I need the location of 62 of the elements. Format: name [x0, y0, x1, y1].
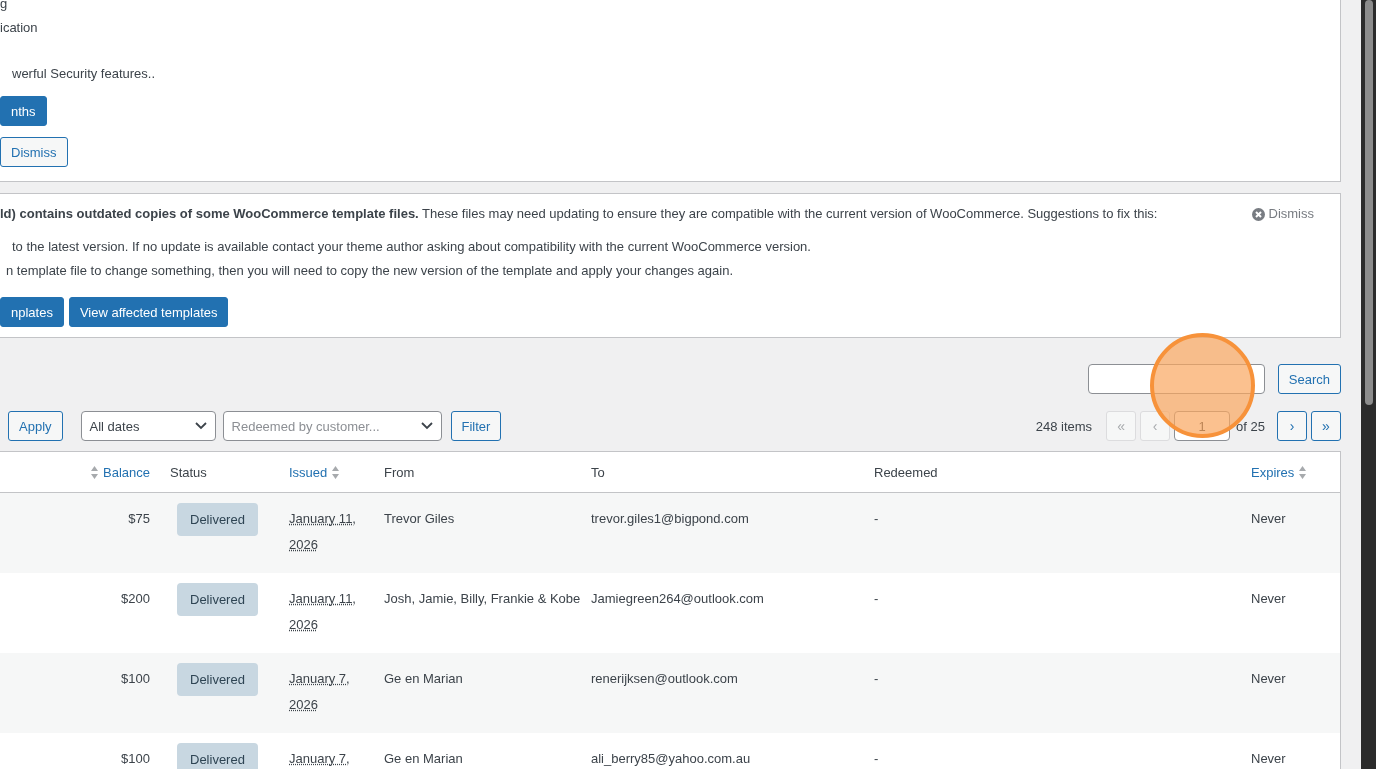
- notice-button[interactable]: nplates: [0, 297, 64, 327]
- table-cell: $100: [121, 751, 150, 766]
- column-header[interactable]: Expires: [1251, 464, 1295, 480]
- sort-icon: [90, 464, 99, 480]
- item-count: 248 items: [1035, 418, 1093, 434]
- column-header: From: [384, 464, 415, 480]
- notice-text: g: [0, 0, 9, 13]
- table-cell: -: [874, 591, 879, 606]
- status-badge: Delivered: [177, 503, 258, 536]
- dismiss-link[interactable]: Dismiss: [1251, 204, 1314, 224]
- date-select[interactable]: All dates: [80, 411, 216, 441]
- table-cell: $200: [121, 591, 150, 606]
- notice-button[interactable]: View affected templates: [68, 297, 229, 327]
- table-cell: -: [874, 671, 879, 686]
- column-header: Status: [170, 464, 207, 480]
- notice-text: ication: [0, 19, 39, 37]
- table-cell: -: [874, 511, 879, 526]
- table-cell: Trevor Giles: [384, 511, 455, 526]
- table-cell: Never: [1251, 591, 1286, 606]
- table-cell: Jamiegreen264@outlook.com: [591, 591, 764, 606]
- table-cell: renerijksen@outlook.com: [591, 671, 738, 686]
- table-cell: trevor.giles1@bigpond.com: [591, 511, 749, 526]
- close-icon: [1251, 207, 1265, 221]
- chevron-icon: [194, 422, 207, 430]
- chevron-icon: [420, 422, 433, 430]
- status-badge: Delivered: [177, 583, 258, 616]
- status-badge: Delivered: [177, 663, 258, 696]
- table-cell-text: January 7,: [289, 750, 351, 768]
- page-button[interactable]: ›: [1277, 411, 1307, 441]
- notice-text: to the latest version. If no update is available contact your theme author asking about compatibility with the current WooCommerce version.: [11, 238, 812, 256]
- notice-button[interactable]: Dismiss: [0, 137, 68, 167]
- table-cell: Never: [1251, 511, 1286, 526]
- table-cell: Never: [1251, 671, 1286, 686]
- table-cell-text: January 11, 2026: [289, 590, 357, 634]
- page-button[interactable]: »: [1311, 411, 1341, 441]
- customer-select[interactable]: Redeemed by customer...: [222, 411, 442, 441]
- page-total: of 25: [1236, 418, 1265, 434]
- notice-text: werful Security features..: [11, 65, 157, 83]
- table-cell: Ge en Marian: [384, 671, 463, 686]
- table-cell-text: January 11, 2026: [289, 510, 357, 554]
- table-cell: Ge en Marian: [384, 751, 463, 766]
- scrollbar[interactable]: [1361, 0, 1376, 769]
- sort-icon: [1298, 464, 1308, 480]
- notice-button[interactable]: nths: [0, 96, 47, 126]
- table-cell: $75: [128, 511, 150, 526]
- column-header[interactable]: Issued: [289, 464, 328, 480]
- table-cell: Josh, Jamie, Billy, Frankie & Kobe: [384, 591, 581, 606]
- table-cell: -: [874, 751, 879, 766]
- column-header: To: [591, 464, 605, 480]
- table-cell: ali_berry85@yahoo.com.au: [591, 751, 751, 766]
- table-cell: $100: [121, 671, 150, 686]
- table-cell: Never: [1251, 751, 1286, 766]
- column-header[interactable]: Balance: [103, 464, 150, 480]
- search-button[interactable]: Search: [1277, 364, 1341, 394]
- filter-button[interactable]: Filter: [450, 411, 502, 441]
- notice-text: ld) contains outdated copies of some WooCommerce template files. These files may need updating to ensure they are compatible with the current version of WooCommerce. Suggestions to fix this:: [0, 205, 1159, 223]
- table-cell-text: January 7, 2026: [289, 670, 351, 714]
- status-badge: Delivered: [177, 743, 258, 769]
- column-header: Redeemed: [874, 464, 938, 480]
- sort-icon: [331, 464, 341, 480]
- notice-text: n template file to change something, then you will need to copy the new version of the template and apply your changes again.: [5, 262, 735, 280]
- apply-button[interactable]: Apply: [8, 411, 63, 441]
